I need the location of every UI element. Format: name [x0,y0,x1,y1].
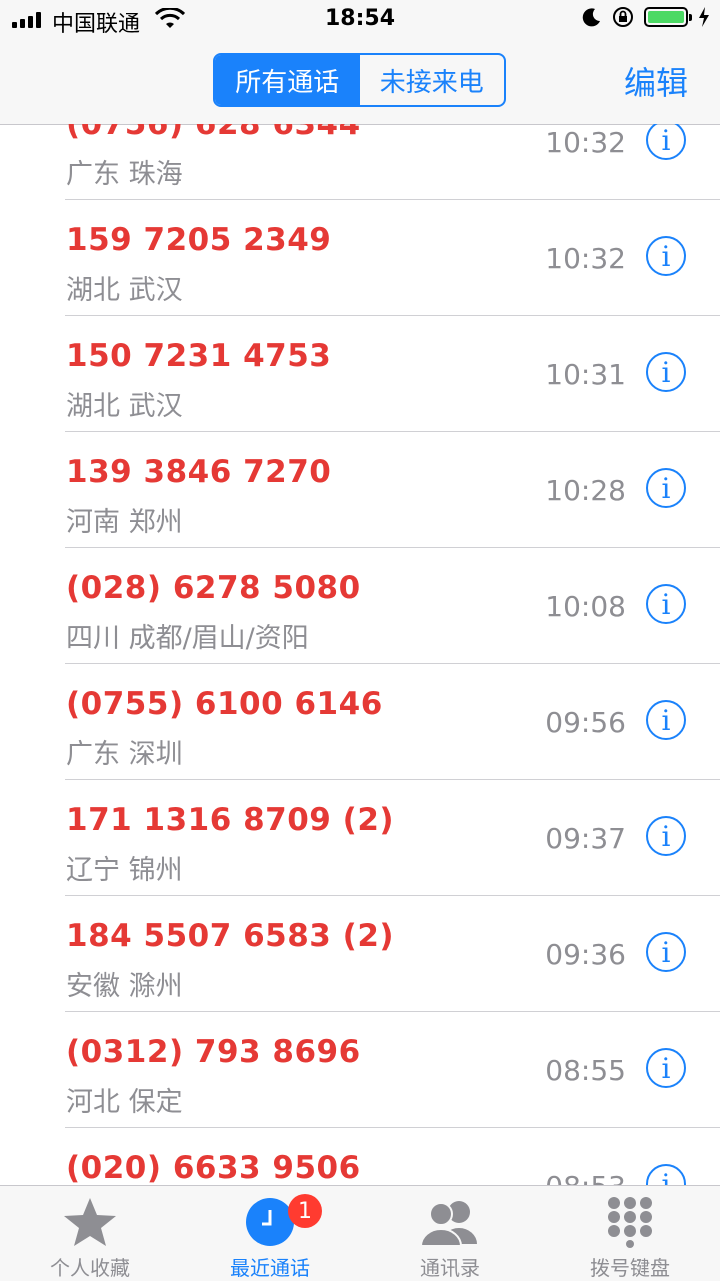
call-time: 10:31 [545,358,626,391]
caller-location: 广东 深圳 [66,739,183,770]
tab-favorites[interactable]: 个人收藏 [0,1186,180,1281]
call-time: 10:08 [545,590,626,623]
call-time: 09:36 [545,938,626,971]
caller-number: 159 7205 2349 [66,222,332,258]
tab-label: 通讯录 [420,1256,480,1280]
segment-missed-calls[interactable]: 未接来电 [360,55,505,105]
tab-label: 拨号键盘 [590,1256,670,1280]
caller-number: (020) 6633 9506 [66,1150,361,1185]
caller-number: (0756) 628 6344 [66,124,361,142]
caller-location: 河南 郑州 [66,507,183,538]
caller-number: 150 7231 4753 [66,338,332,374]
call-row[interactable]: (0312) 793 8696 河北 保定 08:55 i [0,1012,720,1128]
info-icon[interactable]: i [646,584,686,624]
caller-number: (0312) 793 8696 [66,1034,361,1070]
call-row[interactable]: 171 1316 8709 (2) 辽宁 锦州 09:37 i [0,780,720,896]
info-icon[interactable]: i [646,932,686,972]
call-time: 10:32 [545,126,626,159]
charging-bolt-icon [699,7,709,27]
caller-location: 辽宁 锦州 [66,855,183,886]
call-row[interactable]: (020) 6633 9506 08:53 i [0,1128,720,1185]
info-icon[interactable]: i [646,468,686,508]
battery-icon [644,7,692,27]
tab-recents[interactable]: 1 最近通话 [180,1186,360,1281]
call-time: 09:56 [545,706,626,739]
nav-bar: 所有通话 未接来电 编辑 [0,40,720,125]
keypad-icon [608,1197,652,1248]
missed-calls-badge: 1 [288,1194,322,1228]
tab-label: 最近通话 [230,1256,310,1280]
call-time: 08:55 [545,1054,626,1087]
info-icon[interactable]: i [646,1164,686,1185]
call-time: 08:53 [545,1170,626,1185]
info-icon[interactable]: i [646,1048,686,1088]
tab-label: 个人收藏 [50,1256,130,1280]
recent-calls-list[interactable]: (0756) 628 6344 广东 珠海 10:32 i 159 7205 2349 湖… [0,124,720,1185]
info-icon[interactable]: i [646,700,686,740]
caller-location: 四川 成都/眉山/资阳 [66,623,309,654]
caller-location: 湖北 武汉 [66,275,183,306]
info-icon[interactable]: i [646,236,686,276]
caller-number: (0755) 6100 6146 [66,686,383,722]
call-time: 10:32 [545,242,626,275]
call-row[interactable]: 159 7205 2349 湖北 武汉 10:32 i [0,200,720,316]
caller-number: 184 5507 6583 (2) [66,918,395,954]
call-row[interactable]: (0755) 6100 6146 广东 深圳 09:56 i [0,664,720,780]
orientation-lock-icon [613,7,633,27]
status-bar: 中国联通 18:54 [0,0,720,40]
call-time: 09:37 [545,822,626,855]
caller-number: (028) 6278 5080 [66,570,361,606]
info-icon[interactable]: i [646,352,686,392]
caller-location: 湖北 武汉 [66,391,183,422]
star-icon [64,1198,116,1246]
caller-number: 139 3846 7270 [66,454,332,490]
call-row[interactable]: 139 3846 7270 河南 郑州 10:28 i [0,432,720,548]
call-filter-segmented-control: 所有通话 未接来电 [213,53,506,107]
caller-location: 河北 保定 [66,1087,183,1118]
call-row[interactable]: (0756) 628 6344 广东 珠海 10:32 i [0,124,720,200]
info-icon[interactable]: i [646,816,686,856]
call-row[interactable]: 150 7231 4753 湖北 武汉 10:31 i [0,316,720,432]
moon-icon [582,8,600,27]
segment-all-calls[interactable]: 所有通话 [215,55,360,105]
tab-contacts[interactable]: 通讯录 [360,1186,540,1281]
info-icon[interactable]: i [646,124,686,160]
contacts-icon [419,1201,477,1247]
tab-bar: 个人收藏 1 最近通话 通讯录 拨号键盘 [0,1185,720,1281]
caller-number: 171 1316 8709 (2) [66,802,395,838]
call-row[interactable]: (028) 6278 5080 四川 成都/眉山/资阳 10:08 i [0,548,720,664]
call-time: 10:28 [545,474,626,507]
caller-location: 广东 珠海 [66,159,183,190]
edit-button[interactable]: 编辑 [624,58,688,104]
call-row[interactable]: 184 5507 6583 (2) 安徽 滁州 09:36 i [0,896,720,1012]
caller-location: 安徽 滁州 [66,971,183,1002]
tab-keypad[interactable]: 拨号键盘 [540,1186,720,1281]
